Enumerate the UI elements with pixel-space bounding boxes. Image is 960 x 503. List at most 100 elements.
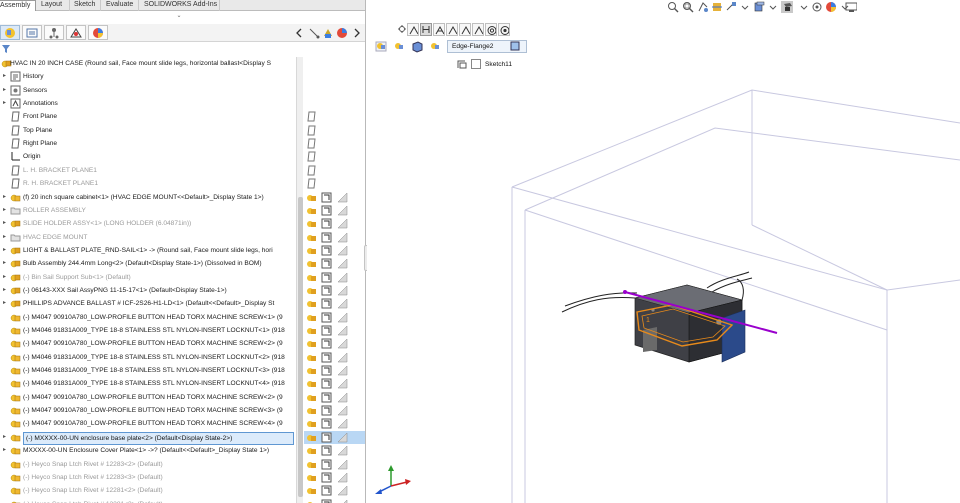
display-manager-tab[interactable] [88,25,108,40]
sheet-metal-feature-icon[interactable] [509,40,521,53]
tree-item[interactable]: R. H. BRACKET PLANE1 [0,177,302,190]
appearance-icon[interactable] [322,27,334,39]
component-state-icon[interactable] [306,258,317,269]
component-config-icon[interactable] [321,272,332,283]
graphics-area[interactable]: 1 Edge-Flange2 Sketch11 [367,0,960,503]
tree-item[interactable]: ▸ SLIDE HOLDER ASSY<1> (LONG HOLDER (6.0… [0,217,302,230]
component-state-icon[interactable] [306,205,317,216]
tree-item[interactable]: (-) M4046 91831A009_TYPE 18-8 STAINLESS … [0,364,302,377]
expand-arrow-icon[interactable]: ▸ [3,447,9,453]
configuration-manager-tab[interactable] [44,25,64,40]
tree-item[interactable]: ▸ History [0,70,302,83]
tree-item[interactable]: (-) Heyco Snap Ltch Rivet # 12283<3> (De… [0,471,302,484]
collinear-icon[interactable] [446,23,458,36]
component-display-icon[interactable] [337,392,348,403]
view-settings-icon[interactable] [845,1,857,13]
tab-evaluate[interactable]: Evaluate [103,0,139,11]
component-display-icon[interactable] [337,498,348,503]
sketch-checkbox[interactable] [471,59,481,69]
tab-assembly[interactable]: Assembly [0,0,36,11]
tree-item[interactable]: ▸ Sensors [0,84,302,97]
section-view-icon[interactable] [711,1,723,13]
tree-item[interactable]: (-) M4047 90910A780_LOW-PROFILE BUTTON H… [0,337,302,350]
part-breadcrumb-icon[interactable] [411,40,424,53]
component-display-icon[interactable] [337,352,348,363]
hide-show-items-icon[interactable] [811,1,823,13]
component-state-icon[interactable] [306,472,317,483]
component-state-icon[interactable] [306,312,317,323]
component-state-icon[interactable] [306,365,317,376]
display-style-icon[interactable] [781,1,793,13]
tab-solidworks-add-ins[interactable]: SOLIDWORKS Add-Ins [141,0,220,11]
tree-item[interactable]: (-) M4047 90910A780_LOW-PROFILE BUTTON H… [0,311,302,324]
expand-arrow-icon[interactable]: ▸ [3,274,9,280]
component-display-icon[interactable] [337,298,348,309]
dynamic-annotation-icon[interactable] [725,1,737,13]
tree-item[interactable]: ▸ (-) Bin Sail Support Sub<1> (Default) [0,271,302,284]
tree-item[interactable]: Origin [0,150,302,163]
tree-filter[interactable] [0,43,300,56]
component-config-icon[interactable] [321,218,332,229]
tree-item[interactable]: Front Plane [0,110,302,123]
component-display-icon[interactable] [337,405,348,416]
tree-item[interactable]: ▸ (f) 20 inch square cabinet<1> (HVAC ED… [0,191,302,204]
tree-item[interactable]: Top Plane [0,124,302,137]
plane-visibility-icon[interactable] [306,178,317,189]
horizontal-relation-button[interactable] [420,23,432,36]
plane-visibility-icon[interactable] [306,125,317,136]
component-display-icon[interactable] [337,418,348,429]
perpendicular-icon[interactable] [472,23,484,36]
component-display-icon[interactable] [337,485,348,496]
component-display-icon[interactable] [337,271,348,283]
component-state-icon[interactable] [306,392,317,403]
tree-item[interactable]: L. H. BRACKET PLANE1 [0,164,302,177]
dimxpert-manager-tab[interactable] [66,25,86,40]
component-state-icon[interactable] [306,499,317,503]
dropdown-arrow-icon[interactable] [767,1,779,13]
component-display-icon[interactable] [337,445,348,456]
component-config-icon[interactable] [321,459,332,470]
expand-arrow-icon[interactable]: ▸ [3,234,9,240]
component-state-icon[interactable] [306,485,317,496]
component-display-icon[interactable] [337,191,348,203]
tree-item[interactable]: ▸ PHILLIPS ADVANCE BALLAST # ICF-2S26-H1… [0,297,302,310]
dropdown-arrow-icon[interactable] [798,1,810,13]
expand-arrow-icon[interactable]: ▸ [3,100,9,106]
coincident-icon[interactable] [433,23,445,36]
expand-arrow-icon[interactable]: ▸ [3,87,9,93]
component-config-icon[interactable] [321,432,332,443]
tree-root-assembly[interactable]: HVAC IN 20 INCH CASE (Round sail, Face m… [0,57,302,70]
component-display-icon[interactable] [337,432,348,443]
component-state-icon[interactable] [306,352,317,363]
component-config-icon[interactable] [321,445,332,456]
tree-item[interactable]: ▸ HVAC EDGE MOUNT [0,231,302,244]
component-state-icon[interactable] [306,418,317,429]
tree-item[interactable]: (-) M4046 91831A009_TYPE 18-8 STAINLESS … [0,351,302,364]
parallel-icon[interactable] [459,23,471,36]
component-display-icon[interactable] [337,205,348,216]
dropdown-arrow-icon[interactable] [739,1,751,13]
equal-icon[interactable] [498,23,510,36]
zoom-to-fit-icon[interactable] [667,1,679,13]
component-state-icon[interactable] [306,432,317,443]
model-viewport[interactable]: 1 [367,0,960,503]
tree-item[interactable]: ▸ ROLLER ASSEMBLY [0,204,302,217]
plane-visibility-icon[interactable] [306,151,317,162]
measure-icon[interactable] [308,27,320,39]
tree-item[interactable]: Right Plane [0,137,302,150]
component-config-icon[interactable] [321,325,332,336]
component-state-icon[interactable] [306,378,317,389]
component-display-icon[interactable] [337,231,348,243]
part-breadcrumb-icon-2[interactable] [429,40,442,53]
component-state-icon[interactable] [306,218,317,229]
component-config-icon[interactable] [321,338,332,349]
component-state-icon[interactable] [306,245,317,256]
component-display-icon[interactable] [337,472,348,483]
component-state-icon[interactable] [306,325,317,336]
tree-item[interactable]: ▸ Bulb Assembly 244.4mm Long<2> (Default… [0,257,302,270]
tree-scrollbar-thumb[interactable] [298,197,303,497]
edit-appearance-icon[interactable] [825,1,837,13]
expand-arrow-icon[interactable]: ▸ [3,434,9,440]
component-config-icon[interactable] [321,392,332,403]
component-state-icon[interactable] [306,445,317,456]
